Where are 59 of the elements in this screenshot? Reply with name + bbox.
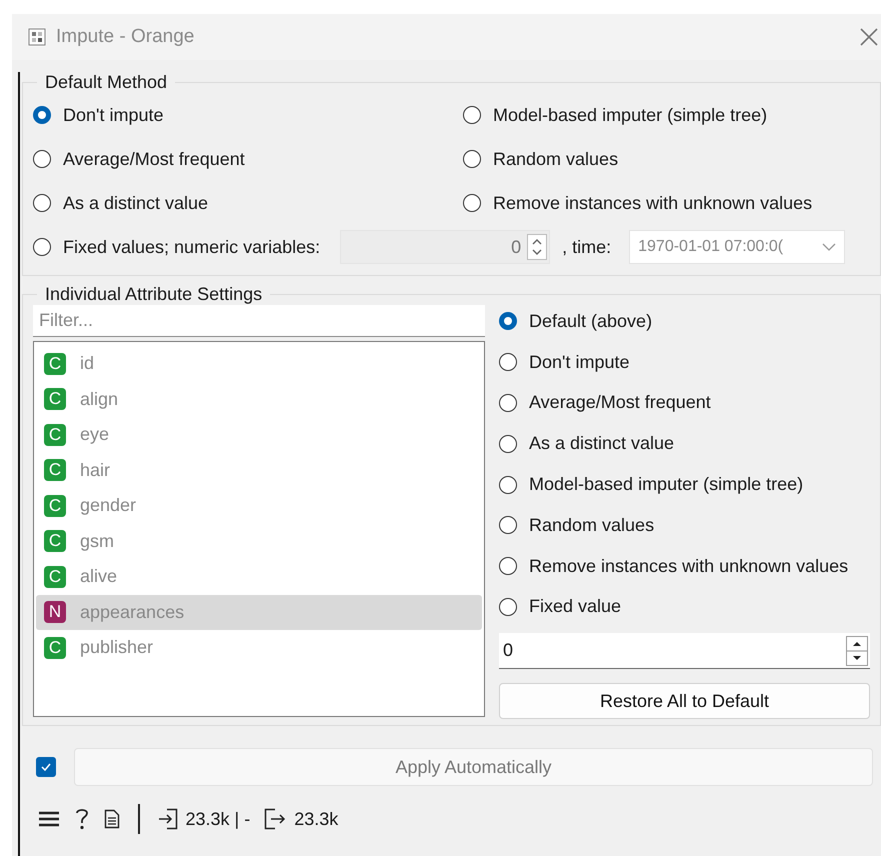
radio-option[interactable]: Random values xyxy=(499,504,870,546)
attribute-name: align xyxy=(80,388,118,410)
document-icon[interactable] xyxy=(104,809,120,830)
attribute-name: id xyxy=(80,353,94,374)
radio-option[interactable]: As a distinct value xyxy=(33,181,463,225)
radio-option[interactable]: Remove instances with unknown values xyxy=(499,546,870,587)
attribute-name: eye xyxy=(80,424,110,446)
attribute-item[interactable]: C gsm xyxy=(36,524,482,559)
type-badge: C xyxy=(44,459,66,482)
radio-option[interactable]: Average/Most frequent xyxy=(33,137,463,181)
attribute-item[interactable]: C id xyxy=(36,346,482,382)
radio-option[interactable]: Default (above) xyxy=(499,301,870,342)
type-badge: C xyxy=(44,388,66,410)
attribute-item[interactable]: C alive xyxy=(36,559,482,594)
type-badge: C xyxy=(44,352,66,375)
restore-button[interactable]: Restore All to Default xyxy=(499,683,870,720)
attribute-item[interactable]: C align xyxy=(36,382,482,417)
radio-option[interactable]: As a distinct value xyxy=(499,423,870,464)
radio-option[interactable]: Don't impute xyxy=(33,93,463,137)
attribute-item[interactable]: C eye xyxy=(36,417,482,452)
app-icon xyxy=(28,28,46,46)
radio-option[interactable]: Fixed values; numeric variables: xyxy=(33,225,320,269)
window-title: Impute - Orange xyxy=(56,26,196,48)
group-title: Individual Attribute Settings xyxy=(44,284,264,305)
attribute-item[interactable]: C publisher xyxy=(36,630,482,666)
output-icon xyxy=(264,808,286,830)
radio-option[interactable]: Average/Most frequent xyxy=(499,382,870,424)
input-summary: 23.3k | - xyxy=(186,808,250,830)
attribute-name: alive xyxy=(80,566,118,588)
attribute-name: gender xyxy=(80,495,136,516)
input-icon xyxy=(158,808,178,830)
group-title: Default Method xyxy=(44,72,168,93)
type-badge: C xyxy=(44,636,66,659)
spin-arrows-icon[interactable] xyxy=(846,636,868,666)
radio-option[interactable]: Random values xyxy=(463,137,872,181)
attribute-name: publisher xyxy=(80,637,154,658)
attribute-name: gsm xyxy=(80,530,114,552)
value-spinbox[interactable]: 0 xyxy=(499,633,870,670)
radio-option[interactable]: Remove instances with unknown values xyxy=(463,181,872,225)
close-icon[interactable] xyxy=(859,27,879,47)
attribute-item[interactable]: C hair xyxy=(36,452,482,488)
attribute-name: hair xyxy=(80,460,110,481)
help-icon[interactable] xyxy=(74,807,90,832)
radio-option[interactable]: Model-based imputer (simple tree) xyxy=(499,464,870,505)
radio-option[interactable]: Fixed value xyxy=(499,586,870,628)
type-badge: C xyxy=(44,530,66,552)
time-label: , time: xyxy=(562,236,612,258)
attribute-item[interactable]: N appearances xyxy=(36,594,482,630)
attribute-item[interactable]: C gender xyxy=(36,488,482,524)
type-badge: C xyxy=(44,494,66,517)
output-summary: 23.3k xyxy=(294,808,338,830)
radio-option[interactable]: Model-based imputer (simple tree) xyxy=(463,93,872,137)
type-badge: C xyxy=(44,424,66,446)
attribute-name: appearances xyxy=(80,602,184,623)
menu-icon[interactable] xyxy=(38,810,60,828)
type-badge: C xyxy=(44,566,66,588)
filter-field[interactable]: Filter... xyxy=(33,305,485,337)
radio-option[interactable]: Don't impute xyxy=(499,342,870,383)
type-badge: N xyxy=(44,601,66,624)
